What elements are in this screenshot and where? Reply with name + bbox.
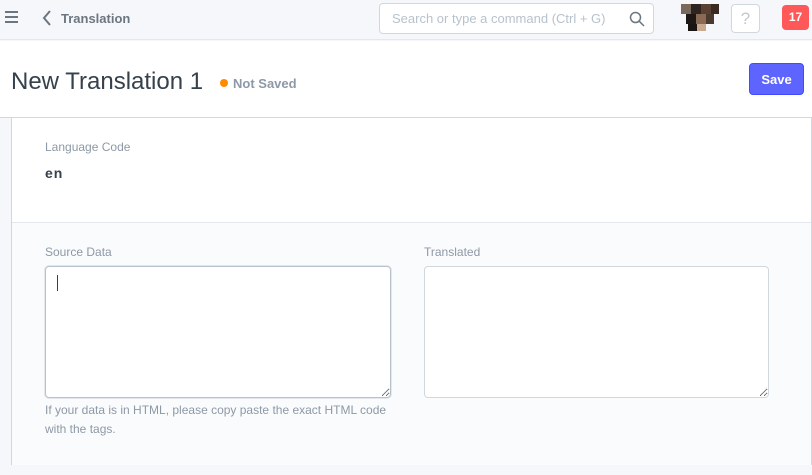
source-data-help: If your data is in HTML, please copy pas… [45,403,387,436]
form-section-data: Source Data If your data is in HTML, ple… [12,223,811,465]
source-data-field[interactable] [45,266,391,398]
form-section-language: Language Code en [12,118,811,223]
search-box [379,3,654,34]
translated-field[interactable] [424,266,769,398]
chevron-left-icon[interactable] [40,9,54,27]
form-layout: Language Code en Source Data If your dat… [11,118,812,465]
page-header: New Translation 1 Not Saved Save [0,41,812,118]
language-code-label: Language Code [45,140,131,154]
status-dot-icon [220,79,228,87]
language-code-value[interactable]: en [45,165,63,181]
navbar: Translation ? 17 [0,0,812,40]
breadcrumb[interactable]: Translation [61,11,130,26]
search-input[interactable] [381,5,621,32]
status-text: Not Saved [233,76,297,91]
source-data-wrapper [45,266,391,398]
avatar[interactable] [680,3,720,31]
page-title: New Translation 1 [11,68,204,95]
notification-badge[interactable]: 17 [782,5,809,30]
help-button[interactable]: ? [731,4,760,33]
search-icon[interactable] [629,11,645,27]
status-indicator: Not Saved [220,76,297,91]
save-button[interactable]: Save [749,63,804,95]
text-caret [57,275,58,291]
translated-label: Translated [424,245,481,259]
hamburger-menu-icon[interactable] [5,11,20,24]
source-data-label: Source Data [45,245,112,259]
